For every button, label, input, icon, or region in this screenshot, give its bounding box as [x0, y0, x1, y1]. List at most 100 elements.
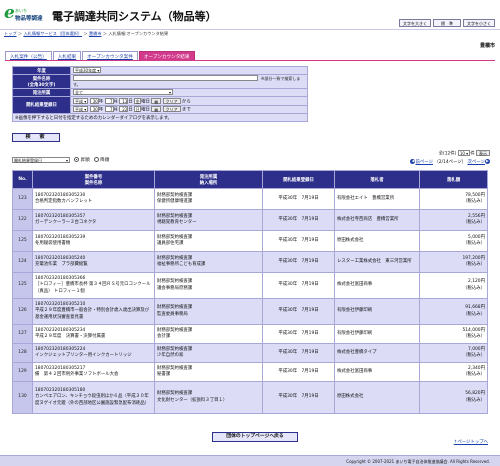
tax-note: （税込み）	[463, 199, 485, 204]
case-cell: 180702320180305357 ガーデンクーラー３台コネクタ	[32, 209, 155, 231]
tab-bid-cases[interactable]: 入札案件（公告）	[5, 51, 52, 60]
tax-note: （税込み）	[463, 372, 485, 377]
case-name[interactable]: 備 第４２回市例外事業ソフトボール大会	[35, 372, 118, 377]
amount: 2,340円	[468, 365, 485, 371]
amount-cell: 197,200円 （税込み）	[419, 251, 488, 273]
registration-date: 平成30年 7月19日	[262, 324, 335, 344]
case-name[interactable]: カンペエアロン、キンチョウ殺虫剤ほか６品（平成３０年度ヌゲイオ元鐙（外の西部地区…	[35, 394, 149, 406]
department-cell: 財務部契約検査課 視聴覚教育センター	[154, 209, 263, 231]
tab-open-counter-results[interactable]: オープンカウンタ結果	[138, 51, 195, 60]
back-to-top-page-button[interactable]: 団体のトップページへ戻る	[212, 432, 298, 442]
page-info: （2/14ページ）	[434, 159, 467, 165]
date-to-era-select[interactable]: 平成 ▾	[73, 106, 89, 113]
date-from-era-select[interactable]: 平成 ▾	[73, 97, 89, 104]
winner: 株式会社豊橋タイプ	[334, 343, 420, 363]
department: 財務部契約検査課	[157, 213, 193, 219]
row-number: 130	[12, 381, 33, 414]
date-from-month-input[interactable]: 7	[104, 97, 114, 104]
date-to-calendar-icon[interactable]: ▦	[151, 106, 162, 113]
case-name[interactable]: 冬用寝袋使用書類	[35, 241, 70, 246]
department-cell: 財務部契約検査課 秘書課	[154, 362, 263, 382]
department-cell: 財務部契約検査課 保健所健康増進課	[154, 188, 263, 210]
col-winner: 落札者	[334, 170, 420, 189]
case-name[interactable]: 合格判定指数カバンフレット	[35, 199, 92, 204]
winner: 原田株式会社	[334, 381, 420, 414]
case-id: 180702320180305357	[35, 213, 86, 219]
next-page-link[interactable]: 次ページ	[468, 160, 485, 165]
registration-date: 平成30年 7月19日	[262, 362, 335, 382]
department-cell: 財務部契約検査課 議会事務局庶務課	[154, 272, 263, 299]
table-row: 124 180702320180305240 充電池作業 プラ部費総覧 財務部契約検査…	[12, 251, 488, 273]
case-cell: 180702320180305217 備 第４２回市例外事業ソフトボール大会	[32, 362, 155, 382]
search-button[interactable]: 検 索	[12, 133, 60, 142]
delivery-place: 文化財センター（拡張料３丁目１）	[157, 397, 228, 403]
case-id: 180702320180305230	[35, 192, 86, 198]
department-select[interactable]: 全て ▾	[73, 89, 173, 96]
sort-desc-option[interactable]: 降順	[93, 157, 109, 163]
case-name[interactable]: ガーデンクーラー３台コネクタ	[35, 220, 96, 225]
case-name[interactable]: 充電池作業 プラ部費総覧	[35, 262, 88, 267]
col-amount: 落札額	[419, 170, 488, 189]
sort-desc-radio[interactable]	[93, 157, 99, 162]
tax-note: （税込み）	[463, 241, 485, 246]
next-arrow-icon: ▶	[485, 158, 490, 164]
case-name[interactable]: 平成２９年度豊橋市一般会計・特別会計歳入歳出決算及び基金運用状況審査意見書	[35, 308, 149, 320]
date-to-day-input[interactable]: 22	[119, 106, 129, 113]
date-to-clear-button[interactable]: クリア	[162, 106, 181, 113]
aichi-logo[interactable]: e あいち 物品等調達	[4, 3, 46, 28]
sort-asc-radio[interactable]	[74, 157, 79, 162]
row-number: 124	[12, 251, 33, 273]
date-from-clear-button[interactable]: クリア	[162, 97, 181, 104]
tab-underline	[5, 60, 495, 61]
font-standard-button[interactable]: 標 準	[433, 19, 461, 27]
case-name[interactable]: ［トロフィー］豊橋市長杯 第３４回ＲＳ号元ロコンクール（真品） トロフィー１個	[35, 282, 150, 294]
department: 財務部契約検査課	[157, 327, 193, 333]
pager: 全(12件) 10 ▾ 件 表示 ◀前ページ （2/14ページ） 次ページ▶	[410, 150, 490, 165]
case-cell: 180702320180305210 平成２９年度豊橋市一般会計・特別会計歳入歳出…	[32, 298, 155, 325]
results-table: No. 案件番号 案件名称 発注所属 納入場所 開札結果登録日 落札者 落札額 …	[12, 170, 488, 414]
date-to-month-input[interactable]: 7	[104, 106, 114, 113]
tab-open-counter-cases[interactable]: オープンカウンタ案件	[82, 51, 138, 60]
font-larger-button[interactable]: 文字を大きく	[399, 19, 431, 27]
amount-cell: 2,556円 （税込み）	[419, 209, 488, 231]
tax-note: （税込み）	[463, 220, 485, 225]
year-select[interactable]: 平成30年度 ▾	[73, 67, 102, 74]
date-to-year-input[interactable]: 30	[89, 106, 99, 113]
breadcrumb: トップ ＞ 入札情報サービス（団体選択） ＞ 豊橋市 ＞ 入札情報:オープンカウ…	[4, 31, 169, 36]
breadcrumb-city[interactable]: 豊橋市	[89, 31, 102, 36]
table-row: 128 180702320180305224 インクジェットプリンター用インクカート…	[12, 343, 488, 363]
department: 財務部契約検査課	[157, 192, 193, 198]
search-form: 年度 平成30年度 ▾ 案件名称 (全角30文字) ※部分一致で検索します。 発注…	[12, 65, 308, 123]
registration-date-label: 開札結果登録日	[12, 96, 71, 115]
organization-name: 豊橋市	[479, 43, 495, 49]
tab-bid-results[interactable]: 入札結果	[52, 51, 82, 60]
case-cell: 180702320180305180 カンペエアロン、キンチョウ殺虫剤ほか６品（平…	[32, 381, 155, 414]
page-top-link[interactable]: ↑ページトップへ	[454, 439, 488, 445]
sort-key-select[interactable]: 開札結果登録日 ▾	[12, 157, 70, 163]
case-name[interactable]: インクジェットプリンター用インクカートリッジ	[35, 353, 132, 358]
amount: 91,668円	[465, 305, 485, 310]
case-cell: 180702320180305239 冬用寝袋使用書類	[32, 230, 155, 252]
tax-note: （税込み）	[463, 397, 485, 403]
department-cell: 財務部契約検査課 少年自然の家	[154, 343, 263, 363]
breadcrumb-org-select[interactable]: 入札情報サービス（団体選択）	[23, 31, 82, 36]
display-button[interactable]: 表示	[476, 150, 490, 156]
breadcrumb-top[interactable]: トップ	[4, 31, 17, 36]
case-name-input[interactable]	[73, 75, 258, 82]
registration-date: 平成30年 7月19日	[262, 298, 335, 325]
table-row: 130 180702320180305180 カンペエアロン、キンチョウ殺虫剤ほか６…	[12, 381, 488, 414]
per-page-select[interactable]: 10 ▾	[457, 150, 471, 156]
date-from-day-input[interactable]: 13	[119, 97, 129, 104]
date-from-year-input[interactable]: 30	[89, 97, 99, 104]
case-name[interactable]: 平成２９年度 決算書・決算付属書	[35, 334, 105, 339]
case-id: 180702320180305217	[35, 365, 86, 371]
date-from-calendar-icon[interactable]: ▦	[151, 97, 162, 104]
prev-page-link[interactable]: 前ページ	[415, 160, 432, 165]
case-id: 180702320180305234	[35, 327, 86, 333]
result-count: 全(12件)	[438, 151, 457, 157]
font-smaller-button[interactable]: 文字を小さく	[463, 19, 495, 27]
results-header-row: No. 案件番号 案件名称 発注所属 納入場所 開札結果登録日 落札者 落札額	[12, 170, 488, 189]
delivery-place: 秘書課	[157, 372, 171, 377]
sort-asc-option[interactable]: 昇順	[74, 157, 90, 163]
amount-cell: 2,120円 （税込み）	[419, 272, 488, 299]
